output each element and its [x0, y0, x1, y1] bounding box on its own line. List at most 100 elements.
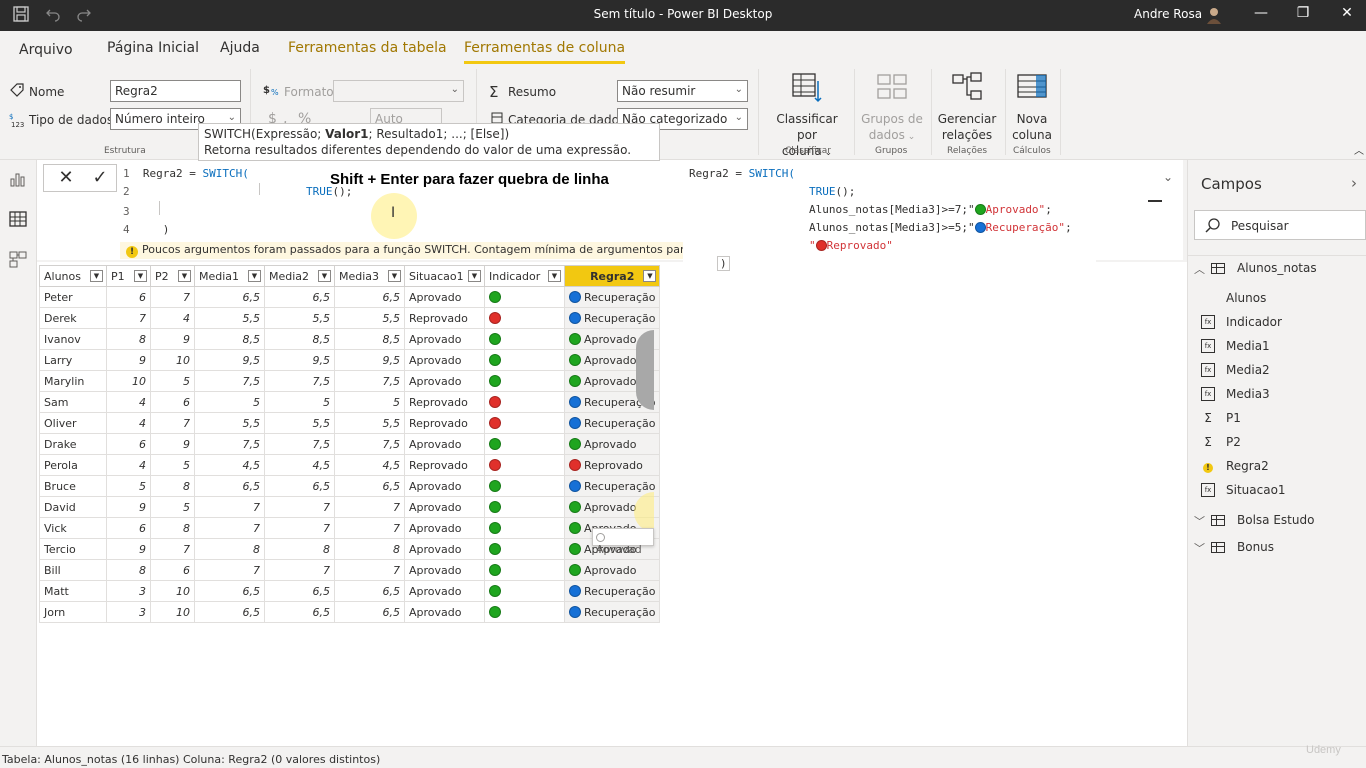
- cell-situacao1[interactable]: Aprovado: [404, 349, 485, 371]
- field-item[interactable]: fx Media1: [1201, 338, 1361, 358]
- cell-p2[interactable]: 8: [150, 517, 195, 539]
- cell-p2[interactable]: 7: [150, 538, 195, 560]
- cell-aluno[interactable]: Jorn: [39, 601, 107, 623]
- cell-aluno[interactable]: Perola: [39, 454, 107, 476]
- field-item[interactable]: Σ P2: [1201, 434, 1361, 454]
- cell-media1[interactable]: 6,5: [194, 286, 265, 308]
- cell-media3[interactable]: 9,5: [334, 349, 405, 371]
- cell-p1[interactable]: 4: [106, 391, 151, 413]
- filter-dropdown-icon[interactable]: ▼: [178, 270, 191, 282]
- filter-dropdown-icon[interactable]: ▼: [548, 270, 561, 282]
- cell-media2[interactable]: 4,5: [264, 454, 335, 476]
- cell-indicador[interactable]: [484, 328, 565, 350]
- cell-regra2[interactable]: Aprovado: [563, 559, 661, 581]
- cell-situacao1[interactable]: Aprovado: [404, 496, 485, 518]
- cell-indicador[interactable]: [484, 580, 565, 602]
- table-node-bolsa-estudo[interactable]: ﹀ Bolsa Estudo: [1194, 512, 1364, 532]
- cell-regra2[interactable]: Recuperação: [563, 307, 661, 329]
- cell-indicador[interactable]: [484, 412, 565, 434]
- cell-media1[interactable]: 5,5: [194, 307, 265, 329]
- cell-regra2[interactable]: Aprovado: [563, 433, 661, 455]
- cell-media2[interactable]: 6,5: [264, 601, 335, 623]
- cell-regra2[interactable]: Reprovado: [563, 454, 661, 476]
- column-header-media3[interactable]: Media3 ▼: [334, 265, 405, 287]
- cell-situacao1[interactable]: Reprovado: [404, 412, 485, 434]
- cell-indicador[interactable]: [484, 286, 565, 308]
- cell-aluno[interactable]: Tercio: [39, 538, 107, 560]
- model-view-icon[interactable]: [9, 250, 27, 268]
- cell-p1[interactable]: 6: [106, 286, 151, 308]
- fields-search-input[interactable]: Pesquisar: [1194, 210, 1366, 240]
- cell-p2[interactable]: 9: [150, 328, 195, 350]
- cell-media3[interactable]: 6,5: [334, 475, 405, 497]
- cell-aluno[interactable]: Peter: [39, 286, 107, 308]
- cell-aluno[interactable]: Marylin: [39, 370, 107, 392]
- cell-media1[interactable]: 7,5: [194, 370, 265, 392]
- tab-ferramentas-coluna[interactable]: Ferramentas de coluna: [464, 40, 626, 64]
- chevron-down-icon[interactable]: ﹀: [1194, 513, 1205, 529]
- cell-indicador[interactable]: [484, 559, 565, 581]
- column-header-indicador[interactable]: Indicador ▼: [484, 265, 565, 287]
- cell-situacao1[interactable]: Reprovado: [404, 454, 485, 476]
- close-button[interactable]: ✕: [1336, 5, 1358, 25]
- table-node-alunos-notas[interactable]: ︿ Alunos_notas: [1194, 260, 1364, 280]
- cell-aluno[interactable]: Drake: [39, 433, 107, 455]
- cell-media3[interactable]: 6,5: [334, 580, 405, 602]
- tab-ajuda[interactable]: Ajuda: [220, 40, 260, 56]
- cell-media2[interactable]: 8,5: [264, 328, 335, 350]
- tab-pagina-inicial[interactable]: Página Inicial: [107, 40, 199, 56]
- column-header-regra2[interactable]: Regra2 ▼: [563, 265, 661, 287]
- cell-indicador[interactable]: [484, 538, 565, 560]
- cell-indicador[interactable]: [484, 370, 565, 392]
- gerenciar-relacoes-button[interactable]: Gerenciar relações: [936, 71, 998, 143]
- cell-p2[interactable]: 7: [150, 286, 195, 308]
- column-header-media2[interactable]: Media2 ▼: [264, 265, 335, 287]
- column-header-media1[interactable]: Media1 ▼: [194, 265, 265, 287]
- cell-p1[interactable]: 3: [106, 580, 151, 602]
- cell-media2[interactable]: 7,5: [264, 370, 335, 392]
- cell-media3[interactable]: 5,5: [334, 307, 405, 329]
- cell-media3[interactable]: 7: [334, 496, 405, 518]
- cell-media3[interactable]: 8,5: [334, 328, 405, 350]
- filter-dropdown-icon[interactable]: ▼: [388, 270, 401, 282]
- chevron-up-icon[interactable]: ︿: [1354, 142, 1364, 157]
- chevron-up-icon[interactable]: ︿: [1194, 261, 1205, 277]
- cell-aluno[interactable]: Matt: [39, 580, 107, 602]
- cell-p2[interactable]: 8: [150, 475, 195, 497]
- cell-p2[interactable]: 9: [150, 433, 195, 455]
- cell-media1[interactable]: 8,5: [194, 328, 265, 350]
- tab-arquivo[interactable]: Arquivo: [19, 42, 73, 58]
- cell-aluno[interactable]: Vick: [39, 517, 107, 539]
- cell-media1[interactable]: 7: [194, 496, 265, 518]
- cell-media2[interactable]: 9,5: [264, 349, 335, 371]
- restore-button[interactable]: ❐: [1292, 5, 1314, 25]
- cell-media1[interactable]: 7,5: [194, 433, 265, 455]
- cell-p2[interactable]: 10: [150, 601, 195, 623]
- cell-media2[interactable]: 5,5: [264, 412, 335, 434]
- cell-p1[interactable]: 8: [106, 328, 151, 350]
- cell-p2[interactable]: 5: [150, 496, 195, 518]
- cell-situacao1[interactable]: Aprovado: [404, 328, 485, 350]
- filter-dropdown-icon[interactable]: ▼: [318, 270, 331, 282]
- cell-media2[interactable]: 6,5: [264, 475, 335, 497]
- cell-media3[interactable]: 8: [334, 538, 405, 560]
- grupos-button[interactable]: Grupos de dados ⌄: [858, 71, 926, 145]
- cell-indicador[interactable]: [484, 496, 565, 518]
- cell-situacao1[interactable]: Aprovado: [404, 601, 485, 623]
- column-header-alunos[interactable]: Alunos ▼: [39, 265, 107, 287]
- field-item[interactable]: fx Media2: [1201, 362, 1361, 382]
- field-item[interactable]: fx Situacao1: [1201, 482, 1361, 502]
- cell-situacao1[interactable]: Aprovado: [404, 433, 485, 455]
- field-item[interactable]: Σ P1: [1201, 410, 1361, 430]
- cell-p2[interactable]: 6: [150, 391, 195, 413]
- field-item[interactable]: fx Media3: [1201, 386, 1361, 406]
- cell-p1[interactable]: 7: [106, 307, 151, 329]
- cell-regra2[interactable]: Recuperação: [563, 286, 661, 308]
- cell-media3[interactable]: 7: [334, 559, 405, 581]
- cell-media2[interactable]: 8: [264, 538, 335, 560]
- cell-indicador[interactable]: [484, 391, 565, 413]
- cell-aluno[interactable]: Bruce: [39, 475, 107, 497]
- cell-media2[interactable]: 7: [264, 559, 335, 581]
- cell-p1[interactable]: 10: [106, 370, 151, 392]
- minimize-button[interactable]: —: [1250, 5, 1272, 25]
